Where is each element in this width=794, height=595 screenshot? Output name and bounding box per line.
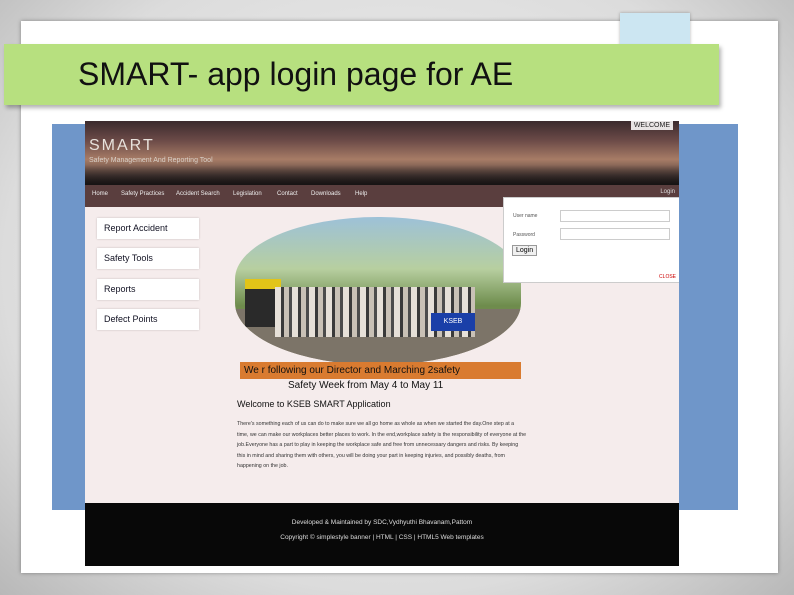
site-tagline: Safety Management And Reporting Tool	[89, 157, 213, 164]
nav-item-home[interactable]: Home	[92, 191, 108, 197]
site-header: SMART Safety Management And Reporting To…	[85, 121, 679, 185]
footer-credit: Developed & Maintained by SDC,Vydhyuthi …	[291, 519, 473, 526]
nav-item-legislation[interactable]: Legislation	[233, 191, 262, 197]
nav-item-safety-practices[interactable]: Safety Practices	[121, 191, 164, 197]
welcome-tag: WELCOME	[630, 121, 673, 130]
report-accident-button[interactable]: Report Accident	[97, 218, 199, 239]
nav-item-accident-search[interactable]: Accident Search	[176, 191, 220, 197]
close-link[interactable]: CLOSE	[659, 274, 676, 280]
login-panel: User name Password Login CLOSE	[503, 197, 679, 283]
welcome-heading: Welcome to KSEB SMART Application	[237, 399, 391, 409]
footer-copyright: Copyright © simplestyle banner | HTML | …	[280, 534, 484, 541]
defect-points-button[interactable]: Defect Points	[97, 309, 199, 330]
slide-title: SMART- app login page for AE	[78, 56, 514, 92]
nav-item-contact[interactable]: Contact	[277, 191, 298, 197]
march-photo: KSEB	[235, 217, 521, 365]
nav-item-downloads[interactable]: Downloads	[311, 191, 341, 197]
website-screenshot: SMART Safety Management And Reporting To…	[85, 121, 679, 566]
site-footer: Developed & Maintained by SDC,Vydhyuthi …	[85, 503, 679, 566]
tree-silhouette	[85, 165, 679, 185]
reports-button[interactable]: Reports	[97, 279, 199, 300]
site-logo: SMART	[89, 137, 155, 154]
safety-tools-button[interactable]: Safety Tools	[97, 248, 199, 269]
photo-banner: KSEB	[431, 313, 475, 331]
username-input[interactable]	[560, 210, 670, 222]
password-label: Password	[513, 232, 535, 238]
nav-login-link[interactable]: Login	[660, 189, 675, 195]
username-label: User name	[513, 213, 538, 219]
photo-caption: We r following our Director and Marching…	[240, 362, 521, 379]
intro-paragraph: There's something each of us can do to m…	[237, 421, 527, 469]
nav-item-help[interactable]: Help	[355, 191, 367, 197]
password-input[interactable]	[560, 228, 670, 240]
login-button[interactable]: Login	[512, 245, 538, 256]
safety-week-text: Safety Week from May 4 to May 11	[288, 380, 444, 391]
